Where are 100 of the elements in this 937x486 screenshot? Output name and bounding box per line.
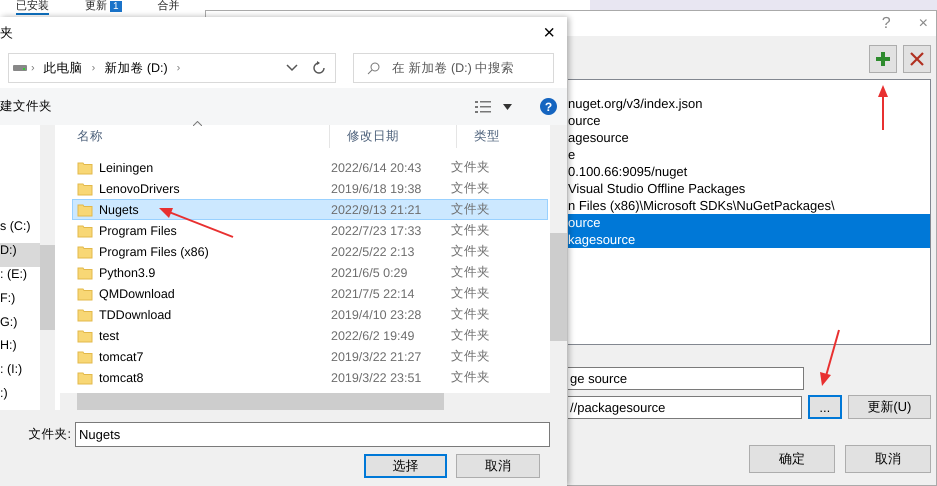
nav-item[interactable]: s (C:) <box>0 219 40 243</box>
scrollbar[interactable] <box>40 125 55 410</box>
app-tab[interactable]: 合并 <box>158 0 180 15</box>
column-header[interactable]: 名称 <box>60 125 330 148</box>
file-name: Python3.9 <box>99 266 156 280</box>
file-name: tomcat7 <box>99 350 144 364</box>
new-folder-button[interactable]: 建文件夹 <box>0 98 52 115</box>
nav-item[interactable]: F:) <box>0 290 40 314</box>
select-button[interactable]: 选择 <box>364 454 447 478</box>
dropdown-icon[interactable] <box>286 64 298 72</box>
modified-date: 2022/7/23 17:33 <box>331 224 422 238</box>
nav-item[interactable]: : (E:) <box>0 266 40 291</box>
search-field[interactable]: 在 新加卷 (D:) 中搜索 <box>353 53 554 83</box>
app-tab[interactable]: 更新 1 <box>85 0 122 15</box>
file-name: TDDownload <box>99 308 172 322</box>
file-row[interactable]: Program Files 2022/7/23 17:33 文件夹 <box>72 220 548 241</box>
cancel-button[interactable]: 取消 <box>456 454 540 478</box>
file-row[interactable]: Python3.9 2021/6/5 0:29 文件夹 <box>72 262 548 283</box>
name-field[interactable]: ge source <box>568 367 804 390</box>
folder-icon <box>77 350 93 364</box>
ok-button[interactable]: 确定 <box>749 445 835 473</box>
source-item[interactable]: Visual Studio Offline Packages <box>568 180 930 197</box>
modified-date: 2021/7/5 22:14 <box>331 286 416 300</box>
add-button[interactable] <box>869 45 897 73</box>
modified-date: 2019/4/10 23:28 <box>331 308 422 322</box>
file-row[interactable]: QMDownload 2021/7/5 22:14 文件夹 <box>72 283 548 304</box>
close-button[interactable]: × <box>539 23 559 43</box>
folder-icon <box>77 328 93 342</box>
source-item[interactable]: kagesource <box>568 231 930 248</box>
file-row[interactable]: Program Files (x86) 2022/5/22 2:13 文件夹 <box>72 241 548 262</box>
source-item[interactable]: ource <box>568 112 930 129</box>
file-name: Nugets <box>99 202 139 216</box>
address-bar[interactable]: › 此电脑 › 新加卷 (D:) › <box>8 53 336 83</box>
help-button[interactable]: ? <box>882 14 891 32</box>
file-row[interactable]: Nugets 2022/9/13 21:21 文件夹 <box>72 199 548 220</box>
close-button[interactable]: × <box>918 14 928 32</box>
folder-icon <box>77 286 93 300</box>
file-name: Leiningen <box>99 160 154 174</box>
source-item[interactable]: agesource <box>568 129 930 146</box>
file-name: tomcat8 <box>99 370 144 384</box>
folder-icon <box>77 370 93 384</box>
source-item[interactable]: n Files (x86)\Microsoft SDKs\NuGetPackages\ <box>568 197 930 214</box>
view-icon[interactable] <box>475 100 491 114</box>
file-type: 文件夹 <box>451 159 490 176</box>
source-item[interactable]: ource <box>568 214 930 231</box>
file-type: 文件夹 <box>451 264 490 281</box>
modified-date: 2022/5/22 2:13 <box>331 244 416 258</box>
source-item[interactable]: e <box>568 146 930 163</box>
modified-date: 2022/9/13 21:21 <box>331 202 422 216</box>
column-header[interactable]: 修改日期 <box>330 125 457 148</box>
update-button[interactable]: 更新(U) <box>848 395 931 419</box>
folder-icon <box>77 308 93 322</box>
nav-item[interactable]: :) <box>0 386 40 410</box>
chevron-icon: › <box>88 62 100 74</box>
folder-icon <box>77 202 93 216</box>
file-row[interactable]: LenovoDrivers 2019/6/18 19:38 文件夹 <box>72 178 548 199</box>
file-row[interactable]: tomcat7 2019/3/22 21:27 文件夹 <box>72 346 548 367</box>
folder-icon <box>77 224 93 238</box>
nav-item[interactable]: D:) <box>0 242 40 267</box>
annotation-arrow <box>877 84 889 132</box>
modified-date: 2019/6/18 19:38 <box>331 182 422 196</box>
file-type: 文件夹 <box>451 180 490 197</box>
file-row[interactable]: test 2022/6/2 19:49 文件夹 <box>72 325 548 346</box>
column-header[interactable]: 类型 <box>457 125 537 148</box>
source-item[interactable]: nuget.org/v3/index.json <box>568 95 930 112</box>
nav-item[interactable]: G:) <box>0 314 40 338</box>
breadcrumb[interactable]: 新加卷 (D:) <box>99 54 173 82</box>
folder-label: 文件夹: <box>28 426 71 443</box>
drive-icon <box>13 63 27 73</box>
file-type: 文件夹 <box>451 285 490 302</box>
app-tab[interactable]: 已安装 <box>16 0 49 15</box>
nav-item[interactable]: H:) <box>0 338 40 362</box>
chevron-icon: › <box>172 62 184 74</box>
source-field[interactable]: //packagesource <box>568 396 802 418</box>
file-row[interactable]: tomcat8 2019/3/22 23:51 文件夹 <box>72 367 548 388</box>
modified-date: 2022/6/14 20:43 <box>331 160 422 174</box>
scrollbar[interactable] <box>60 393 550 410</box>
folder-field[interactable]: Nugets <box>75 422 550 447</box>
nav-item[interactable]: : (I:) <box>0 362 40 386</box>
cancel-button[interactable]: 取消 <box>845 445 931 473</box>
file-name: QMDownload <box>99 286 175 300</box>
scrollbar[interactable] <box>550 125 567 410</box>
file-name: Program Files (x86) <box>99 244 209 258</box>
file-row[interactable]: TDDownload 2019/4/10 23:28 文件夹 <box>72 304 548 325</box>
sort-icon <box>193 121 202 126</box>
source-item[interactable]: 0.100.66:9095/nuget <box>568 163 930 180</box>
file-type: 文件夹 <box>451 222 490 239</box>
refresh-icon[interactable] <box>312 61 326 75</box>
chevron-icon: › <box>27 62 39 74</box>
modified-date: 2021/6/5 0:29 <box>331 266 408 280</box>
folder-icon <box>77 160 93 174</box>
remove-button[interactable] <box>903 45 931 73</box>
modified-date: 2022/6/2 19:49 <box>331 328 416 342</box>
dropdown-icon[interactable] <box>503 104 512 110</box>
help-icon[interactable]: ? <box>540 98 557 115</box>
breadcrumb[interactable]: 此电脑 <box>38 54 88 82</box>
file-type: 文件夹 <box>451 327 490 344</box>
file-row[interactable]: Leiningen 2022/6/14 20:43 文件夹 <box>72 157 548 178</box>
file-type: 文件夹 <box>451 243 490 260</box>
browse-button[interactable]: ... <box>808 395 842 419</box>
